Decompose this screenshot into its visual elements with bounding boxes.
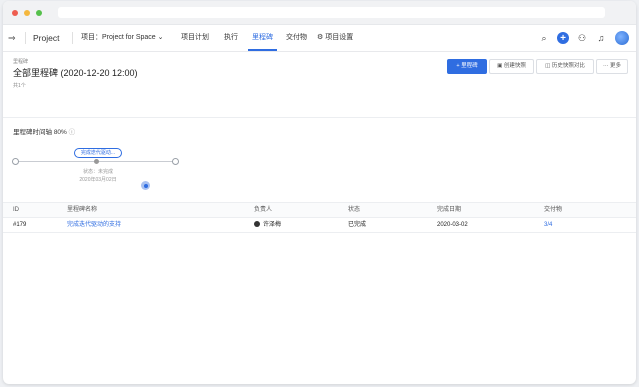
tab-milestones[interactable]: 里程碑: [248, 25, 277, 51]
close-window-button[interactable]: [12, 10, 18, 16]
tab-deliverables[interactable]: 交付物: [286, 25, 307, 51]
maximize-window-button[interactable]: [36, 10, 42, 16]
timeline-start-node: [12, 158, 19, 165]
timeline-milestone-tag[interactable]: 完成迭代驱动...: [74, 148, 122, 158]
timeline-milestone-node[interactable]: [94, 159, 99, 164]
add-milestone-button[interactable]: + 里程碑: [447, 59, 487, 74]
minimize-window-button[interactable]: [24, 10, 30, 16]
help-icon[interactable]: ⓘ: [69, 129, 76, 136]
breadcrumb[interactable]: 里程碑: [13, 58, 28, 65]
camera-icon: ▣: [497, 63, 503, 69]
bell-icon[interactable]: ♫: [595, 32, 607, 44]
user-settings-icon[interactable]: ⚇: [576, 32, 588, 44]
create-snapshot-button[interactable]: ▣ 创建快照: [489, 59, 534, 74]
avatar[interactable]: [615, 31, 629, 45]
milestone-timeline: 里程碑时间轴 80% ⓘ 完成迭代驱动... 状态：未完成 2020年03月02…: [3, 118, 636, 203]
page-title: 全部里程碑 (2020-12-20 12:00): [13, 68, 138, 78]
compare-snapshot-label: 历史快照对比: [551, 63, 585, 69]
tab-plan[interactable]: 项目计划: [181, 25, 209, 51]
cell-owner: 许泽梅: [254, 218, 281, 232]
project-selector[interactable]: 项目：Project for Space ⌄: [81, 25, 164, 51]
column-header-owner[interactable]: 负责人: [254, 203, 272, 217]
tab-settings-label: 项目设置: [325, 34, 354, 41]
cell-id: #179: [13, 222, 27, 228]
tab-settings[interactable]: ⚙ 项目设置: [317, 25, 353, 51]
compare-icon: ◫: [545, 63, 551, 69]
owner-name: 许泽梅: [263, 222, 282, 228]
search-icon[interactable]: ⌕: [538, 32, 550, 44]
cell-deliverables-link[interactable]: 3/4: [544, 218, 552, 232]
brand-label: Project: [33, 33, 60, 43]
cell-status: 已完成: [348, 222, 367, 228]
cell-date: 2020-03-02: [437, 222, 468, 228]
compare-snapshot-button[interactable]: ◫ 历史快照对比: [536, 59, 594, 74]
create-snapshot-label: 创建快照: [503, 63, 526, 69]
milestone-count: 共1个: [13, 83, 26, 89]
timeline-drag-handle[interactable]: [141, 181, 150, 190]
timeline-title-label: 里程碑时间轴: [13, 129, 52, 136]
nav-divider: [72, 32, 73, 44]
title-bar: [3, 1, 636, 25]
table-row[interactable]: #179 完成迭代驱动的支持 许泽梅 已完成 2020-03-02 3/4: [3, 218, 636, 233]
project-label: 项目：Project for Space: [81, 34, 156, 41]
column-header-status[interactable]: 状态: [348, 203, 360, 217]
column-header-name[interactable]: 里程碑名称: [67, 203, 97, 217]
table-header: ID 里程碑名称 负责人 状态 完成日期 交付物: [3, 203, 636, 218]
page-header: 里程碑 全部里程碑 (2020-12-20 12:00) 共1个 + 里程碑 ▣…: [3, 52, 636, 118]
create-icon[interactable]: +: [557, 32, 569, 44]
tab-execute[interactable]: 执行: [224, 25, 238, 51]
column-header-date[interactable]: 完成日期: [437, 203, 461, 217]
browser-window: ⇒ Project 项目：Project for Space ⌄ 项目计划 执行…: [3, 1, 636, 384]
chevron-down-icon: ⌄: [157, 34, 164, 41]
column-header-id[interactable]: ID: [13, 203, 19, 217]
timeline-title: 里程碑时间轴 80% ⓘ: [13, 126, 75, 136]
gear-icon: ⚙: [317, 34, 324, 41]
nav-divider: [25, 32, 26, 44]
address-bar[interactable]: [58, 7, 605, 18]
cell-name-link[interactable]: 完成迭代驱动的支持: [67, 218, 121, 232]
timeline-end-node: [172, 158, 179, 165]
timeline-date: 2020年03月02日: [79, 177, 117, 183]
owner-avatar: [254, 221, 260, 227]
top-nav: ⇒ Project 项目：Project for Space ⌄ 项目计划 执行…: [3, 25, 636, 52]
collapse-menu-icon[interactable]: ⇒: [8, 25, 16, 51]
more-button[interactable]: ··· 更多: [596, 59, 628, 74]
timeline-progress: 80%: [53, 129, 67, 136]
column-header-deliverables[interactable]: 交付物: [544, 203, 562, 217]
milestone-table: ID 里程碑名称 负责人 状态 完成日期 交付物 #179 完成迭代驱动的支持 …: [3, 203, 636, 233]
timeline-status: 状态：未完成: [82, 169, 113, 175]
